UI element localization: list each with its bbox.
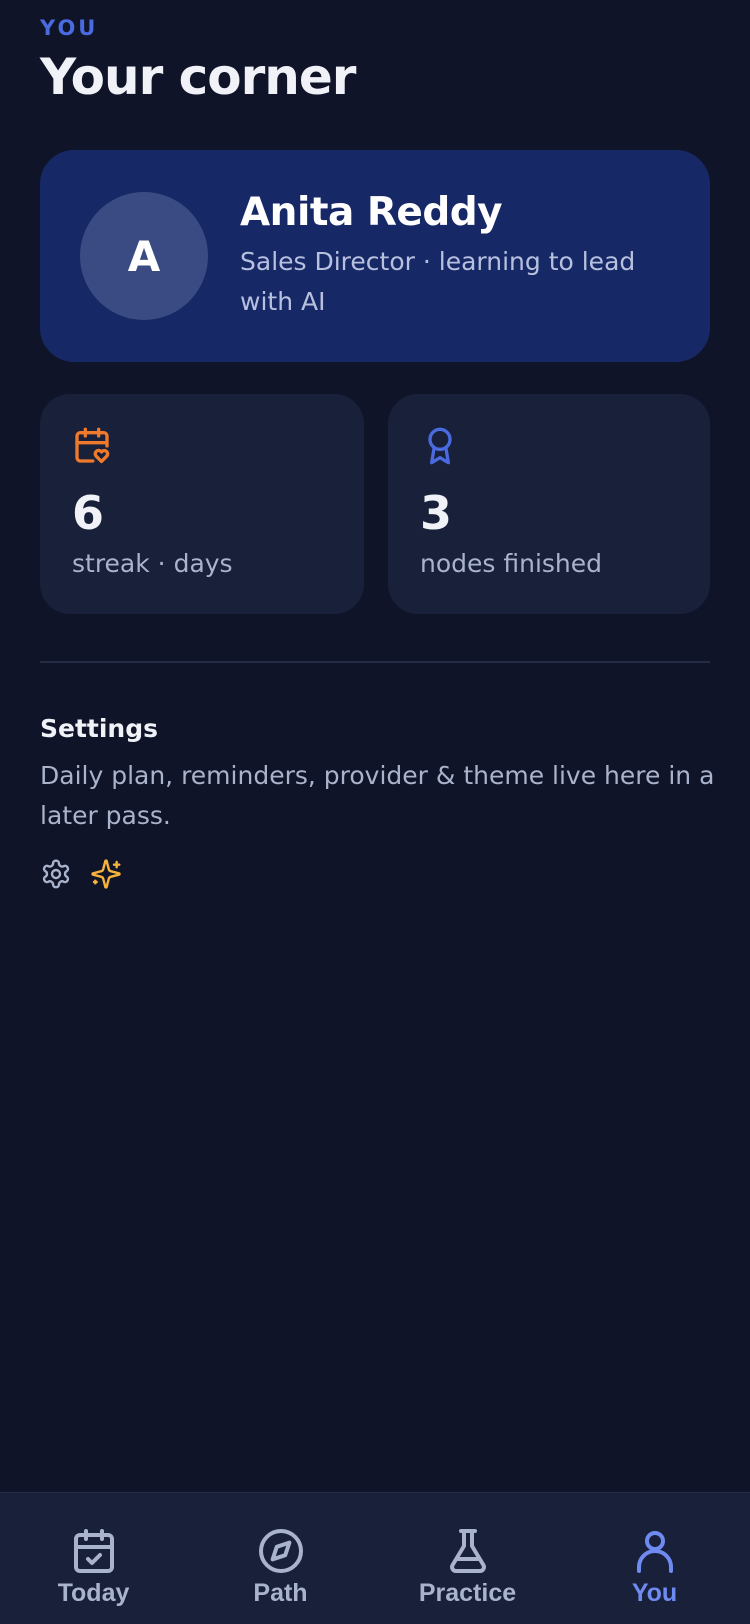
streak-value: 6: [72, 486, 105, 540]
user-icon: [631, 1527, 679, 1575]
tab-label: Today: [57, 1579, 130, 1607]
streak-label: streak · days: [72, 549, 233, 578]
streak-card: 6 streak · days: [40, 394, 364, 614]
tab-label: Path: [253, 1579, 308, 1607]
calendar-check-icon: [70, 1527, 118, 1575]
bottom-tab-bar: Today Path Practice You: [0, 1492, 750, 1624]
avatar: A: [80, 192, 208, 320]
nodes-label: nodes finished: [420, 549, 603, 578]
tab-label: Practice: [418, 1579, 517, 1607]
tab-you[interactable]: You: [561, 1493, 748, 1624]
settings-icons: [40, 858, 122, 890]
profile-card[interactable]: A Anita Reddy Sales Director · learning …: [40, 150, 710, 362]
settings-description: Daily plan, reminders, provider & theme …: [40, 761, 715, 830]
page-title: Your corner: [40, 48, 356, 106]
nodes-card: 3 nodes finished: [388, 394, 710, 614]
calendar-heart-icon: [72, 426, 112, 466]
tab-today[interactable]: Today: [0, 1493, 187, 1624]
profile-subtitle: Sales Director · learning to lead with A…: [240, 247, 636, 316]
settings-title: Settings: [40, 714, 159, 743]
section-eyebrow: YOU: [40, 16, 99, 40]
tab-label: You: [631, 1579, 678, 1607]
tab-path[interactable]: Path: [187, 1493, 374, 1624]
you-screen: YOU Your corner A Anita Reddy Sales Dire…: [0, 0, 750, 1624]
divider: [40, 661, 710, 663]
flask-icon: [444, 1527, 492, 1575]
award-ribbon-icon: [420, 426, 460, 466]
tab-practice[interactable]: Practice: [374, 1493, 561, 1624]
compass-icon: [257, 1527, 305, 1575]
gear-icon: [40, 858, 72, 890]
nodes-value: 3: [420, 486, 453, 540]
profile-name: Anita Reddy: [240, 190, 503, 235]
sparkles-icon: [90, 858, 122, 890]
